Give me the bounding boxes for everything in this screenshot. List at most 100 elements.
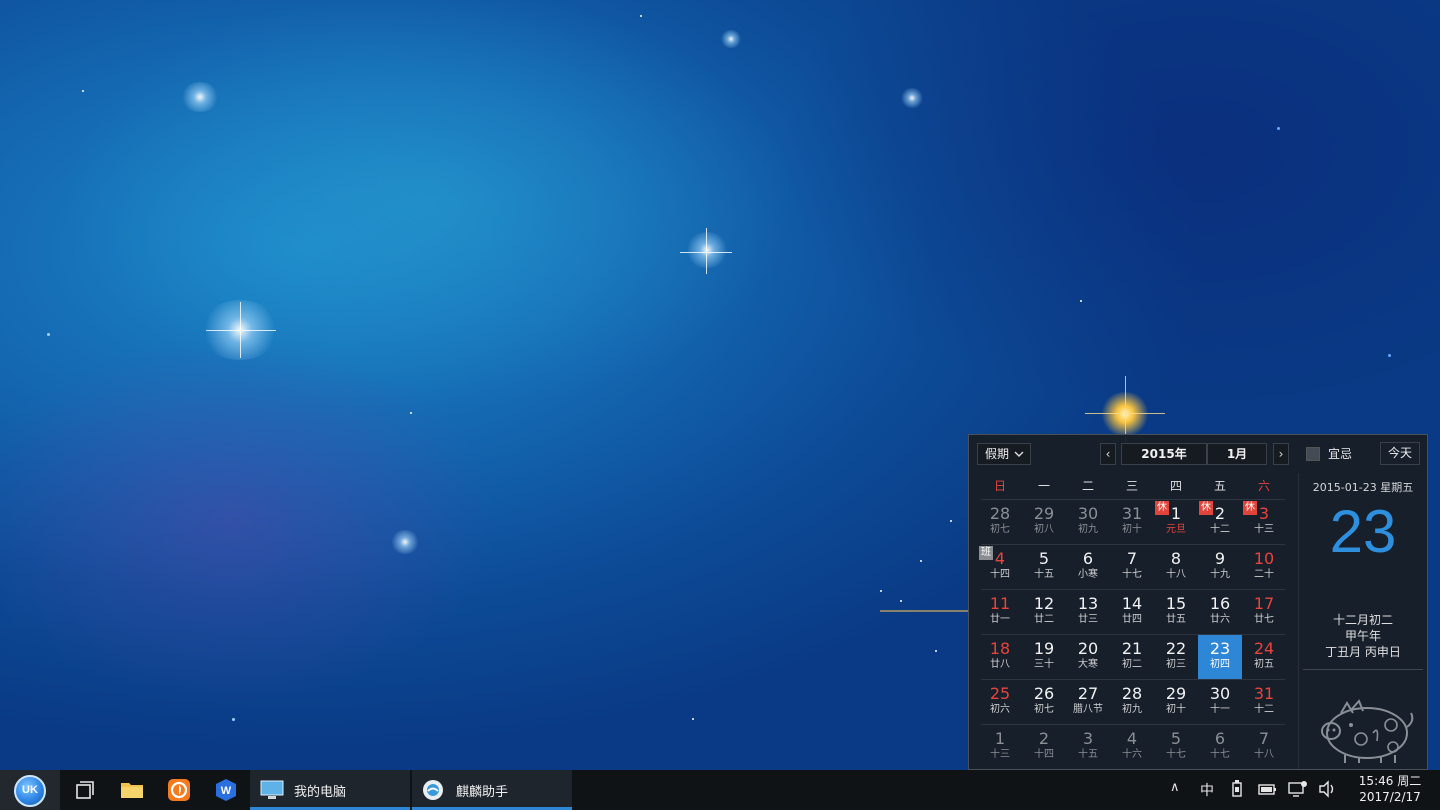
calendar-day[interactable]: 27 腊八节 — [1066, 680, 1110, 724]
year-ganzhi: 甲午年 — [1344, 629, 1381, 643]
weekday-header: 日 — [993, 479, 1006, 493]
workday-badge: 班 — [979, 546, 993, 560]
task-my-computer[interactable]: 我的电脑 — [250, 770, 410, 810]
calendar-day[interactable]: 13 廿三 — [1066, 590, 1110, 634]
calendar-day[interactable]: 6 十七 — [1198, 725, 1242, 769]
calendar-day[interactable]: 2 十四 — [1022, 725, 1066, 769]
day-number: 27 — [1077, 684, 1099, 703]
calendar-grid: 日一二三四五六 28 初七 29 初八 30 初九 31 初十休 1 元旦休 2 十二休 3 十三班 4 十四 5… — [978, 473, 1298, 769]
calendar-day[interactable]: 22 初三 — [1154, 635, 1198, 679]
calendar-day[interactable]: 29 初八 — [1022, 500, 1066, 544]
calendar-day[interactable]: 休 1 元旦 — [1154, 500, 1198, 544]
input-method-indicator[interactable]: 中 — [1200, 780, 1214, 800]
day-number: 20 — [1077, 639, 1099, 658]
star — [920, 560, 922, 562]
lunar-day: 十三 — [1254, 524, 1274, 535]
calendar-day[interactable]: 4 十六 — [1110, 725, 1154, 769]
calendar-day[interactable]: 21 初二 — [1110, 635, 1154, 679]
day-number: 23 — [1209, 639, 1231, 658]
calendar-day[interactable]: 15 廿五 — [1154, 590, 1198, 634]
day-number: 10 — [1253, 549, 1275, 568]
multitask-view-icon[interactable] — [73, 778, 97, 802]
calendar-day[interactable]: 3 十五 — [1066, 725, 1110, 769]
calendar-day[interactable]: 30 初九 — [1066, 500, 1110, 544]
calendar-day[interactable]: 7 十七 — [1110, 545, 1154, 589]
lunar-date: 十二月初二 — [1332, 613, 1393, 627]
calendar-day[interactable]: 25 初六 — [978, 680, 1022, 724]
lunar-day: 大寒 — [1078, 659, 1098, 670]
day-number: 25 — [989, 684, 1011, 703]
yi-ji-checkbox[interactable] — [1306, 447, 1320, 461]
calendar-day[interactable]: 6 小寒 — [1066, 545, 1110, 589]
lunar-day: 十五 — [1078, 749, 1098, 760]
star — [82, 90, 84, 92]
calendar-day[interactable]: 23 初四 — [1198, 635, 1242, 679]
star-glow — [685, 232, 729, 268]
lunar-day: 小寒 — [1078, 569, 1098, 580]
system-clock[interactable]: 15:46 周二 2017/2/17 — [1348, 773, 1432, 805]
star-glow — [900, 88, 924, 108]
calendar-day[interactable]: 5 十七 — [1154, 725, 1198, 769]
calendar-day[interactable]: 8 十八 — [1154, 545, 1198, 589]
firefox-icon[interactable] — [167, 778, 191, 802]
today-button[interactable]: 今天 — [1380, 442, 1420, 465]
day-number: 30 — [1209, 684, 1231, 703]
start-button[interactable]: UK — [0, 770, 60, 810]
calendar-day[interactable]: 28 初九 — [1110, 680, 1154, 724]
day-number: 26 — [1033, 684, 1055, 703]
calendar-day[interactable]: 5 十五 — [1022, 545, 1066, 589]
calendar-day[interactable]: 7 十八 — [1242, 725, 1286, 769]
show-hidden-icons-button[interactable]: ∧ — [1170, 780, 1180, 795]
calendar-day[interactable]: 19 三十 — [1022, 635, 1066, 679]
calendar-day[interactable]: 12 廿二 — [1022, 590, 1066, 634]
calendar-day[interactable]: 14 廿四 — [1110, 590, 1154, 634]
lunar-day: 初九 — [1078, 524, 1098, 535]
volume-icon[interactable] — [1318, 780, 1336, 802]
ukui-logo-icon: UK — [14, 775, 46, 807]
calendar-day[interactable]: 29 初十 — [1154, 680, 1198, 724]
day-number: 31 — [1253, 684, 1275, 703]
day-number: 15 — [1165, 594, 1187, 613]
day-number: 24 — [1253, 639, 1275, 658]
calendar-day[interactable]: 班 4 十四 — [978, 545, 1022, 589]
calendar-day[interactable]: 11 廿一 — [978, 590, 1022, 634]
star — [1080, 300, 1082, 302]
holiday-dropdown[interactable]: 假期 — [977, 443, 1031, 465]
calendar-day[interactable]: 休 2 十二 — [1198, 500, 1242, 544]
day-number: 31 — [1121, 504, 1143, 523]
calendar-day[interactable]: 20 大寒 — [1066, 635, 1110, 679]
battery-icon[interactable] — [1258, 780, 1278, 802]
weekday-header: 一 — [1037, 479, 1050, 493]
calendar-day[interactable]: 28 初七 — [978, 500, 1022, 544]
calendar-day[interactable]: 9 十九 — [1198, 545, 1242, 589]
folder-icon[interactable] — [120, 778, 144, 802]
day-number: 18 — [989, 639, 1011, 658]
month-selector[interactable]: 1月 — [1207, 443, 1267, 465]
calendar-day[interactable]: 18 廿八 — [978, 635, 1022, 679]
lunar-day: 十八 — [1254, 749, 1274, 760]
network-icon[interactable] — [1288, 780, 1308, 802]
calendar-day[interactable]: 16 廿六 — [1198, 590, 1242, 634]
calendar-day[interactable]: 10 二十 — [1242, 545, 1286, 589]
star — [640, 15, 642, 17]
day-number: 7 — [1258, 729, 1270, 748]
day-number: 21 — [1121, 639, 1143, 658]
usb-icon[interactable] — [1230, 780, 1244, 802]
wps-icon[interactable]: W — [214, 778, 238, 802]
next-month-button[interactable]: › — [1273, 443, 1289, 465]
star-glow — [720, 30, 742, 48]
calendar-day[interactable]: 31 初十 — [1110, 500, 1154, 544]
calendar-day[interactable]: 30 十一 — [1198, 680, 1242, 724]
prev-year-button[interactable]: ‹ — [1100, 443, 1116, 465]
holiday-badge: 休 — [1155, 501, 1169, 515]
calendar-day[interactable]: 24 初五 — [1242, 635, 1286, 679]
star-glow — [390, 530, 420, 554]
calendar-day[interactable]: 26 初七 — [1022, 680, 1066, 724]
calendar-day[interactable]: 31 十二 — [1242, 680, 1286, 724]
svg-text:W: W — [221, 785, 232, 797]
task-kylin-assistant[interactable]: 麒麟助手 — [412, 770, 572, 810]
calendar-day[interactable]: 17 廿七 — [1242, 590, 1286, 634]
calendar-day[interactable]: 1 十三 — [978, 725, 1022, 769]
year-selector[interactable]: 2015年 — [1121, 443, 1207, 465]
calendar-day[interactable]: 休 3 十三 — [1242, 500, 1286, 544]
